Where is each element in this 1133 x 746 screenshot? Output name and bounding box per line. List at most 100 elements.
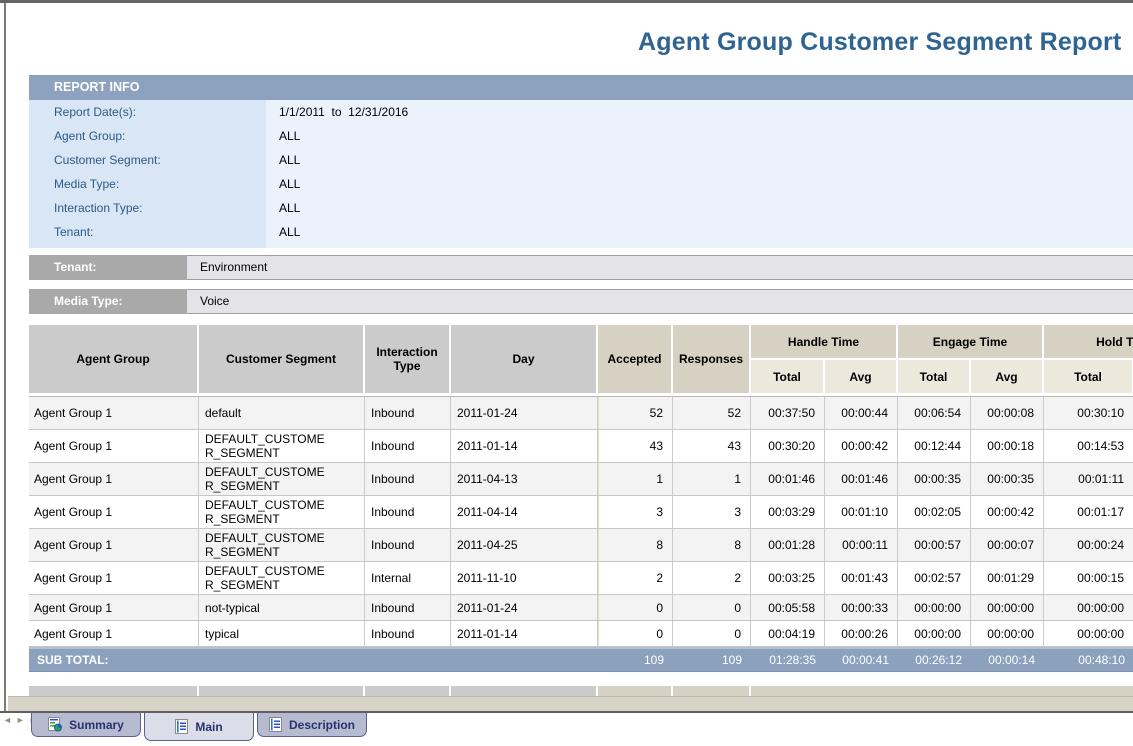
report-info-row: Customer Segment:ALL (29, 148, 1133, 172)
table-cell: not-typical (199, 595, 365, 620)
next-header-cell (598, 686, 673, 696)
table-row: Agent Group 1typicalInbound2011-01-14000… (29, 621, 1133, 647)
table-cell: 00:00:33 (825, 595, 898, 620)
column-header-agent-group: Agent Group (29, 325, 199, 393)
table-cell: Inbound (365, 397, 451, 429)
engage-time-group-label: Engage Time (898, 325, 1044, 360)
hold-time-total-header: Total (1044, 360, 1133, 393)
subtotal-value: 00:48:10 (1044, 653, 1133, 667)
next-group-table-header-clipped (29, 686, 1133, 696)
next-header-cell (29, 686, 199, 696)
table-cell: 2011-04-14 (451, 496, 598, 528)
report-info-padding-label (29, 244, 266, 248)
table-cell: 00:37:50 (751, 397, 825, 429)
window-frame-top (0, 0, 1133, 3)
table-cell: 00:00:00 (1044, 621, 1133, 646)
report-info-label: Report Date(s): (29, 100, 266, 124)
tab-scroll-left-icon[interactable]: ◄ (3, 715, 12, 725)
column-group-hold-time: Hold Time Total (1044, 325, 1133, 393)
table-cell: 00:04:19 (751, 621, 825, 646)
table-cell: DEFAULT_CUSTOMER_SEGMENT (199, 496, 365, 528)
table-cell: Agent Group 1 (29, 463, 199, 495)
tab-label: Summary (69, 718, 124, 732)
tenant-section-bar: Tenant: Environment (29, 255, 1133, 280)
table-row: Agent Group 1DEFAULT_CUSTOMER_SEGMENTInb… (29, 463, 1133, 496)
report-table: Agent Group Customer Segment Interaction… (29, 325, 1133, 672)
media-type-bar-label: Media Type: (29, 289, 187, 314)
table-cell: 00:03:29 (751, 496, 825, 528)
table-cell: 00:00:00 (971, 621, 1044, 646)
table-cell: 1 (598, 463, 673, 495)
table-cell: 00:00:44 (825, 397, 898, 429)
table-cell: 8 (598, 529, 673, 561)
column-header-interaction-type: Interaction Type (365, 325, 451, 393)
column-group-engage-time: Engage Time Total Avg (898, 325, 1044, 393)
table-cell: 00:14:53 (1044, 430, 1133, 462)
table-cell: default (199, 397, 365, 429)
table-cell: 00:00:35 (971, 463, 1044, 495)
table-cell: Agent Group 1 (29, 529, 199, 561)
table-cell: 00:03:25 (751, 562, 825, 594)
next-header-cell (365, 686, 451, 696)
table-cell: 00:00:08 (971, 397, 1044, 429)
table-row: Agent Group 1not-typicalInbound2011-01-2… (29, 595, 1133, 621)
subtotal-row: SUB TOTAL: 10910901:28:3500:00:4100:26:1… (29, 647, 1133, 672)
summary-report-icon (48, 717, 62, 732)
table-cell: Agent Group 1 (29, 595, 199, 620)
table-cell: DEFAULT_CUSTOMER_SEGMENT (199, 529, 365, 561)
report-info-row: Report Date(s):1/1/2011 to 12/31/2016 (29, 100, 1133, 124)
table-cell: 2011-04-13 (451, 463, 598, 495)
next-header-cell (673, 686, 751, 696)
subtotal-value: 00:26:12 (898, 653, 971, 667)
subtotal-value: 00:00:41 (825, 653, 898, 667)
tab-scroll-right-icon[interactable]: ► (16, 715, 25, 725)
customer-segment-text: DEFAULT_CUSTOMER_SEGMENT (205, 498, 333, 526)
table-cell: 00:00:24 (1044, 529, 1133, 561)
table-cell: 1 (673, 463, 751, 495)
tab-main[interactable]: Main (144, 713, 254, 741)
table-row: Agent Group 1DEFAULT_CUSTOMER_SEGMENTInt… (29, 562, 1133, 595)
hold-time-group-label: Hold Time (1044, 325, 1133, 360)
table-cell: DEFAULT_CUSTOMER_SEGMENT (199, 562, 365, 594)
table-cell: Inbound (365, 595, 451, 620)
next-header-cell (451, 686, 598, 696)
table-cell: 00:05:58 (751, 595, 825, 620)
customer-segment-text: typical (205, 627, 239, 641)
horizontal-scrollbar[interactable] (8, 696, 1133, 711)
tabs-host: Summary MainDescription (31, 713, 370, 741)
tab-scroll-controls: ◄ ► ►▏ (0, 713, 31, 725)
table-body: Agent Group 1defaultInbound2011-01-24525… (29, 396, 1133, 647)
tab-summary[interactable]: Summary (31, 713, 141, 737)
subtotal-value: 00:00:14 (971, 653, 1044, 667)
table-cell: 00:00:00 (898, 621, 971, 646)
table-row: Agent Group 1defaultInbound2011-01-24525… (29, 397, 1133, 430)
table-cell: 00:01:29 (971, 562, 1044, 594)
report-info-padding (29, 244, 1133, 248)
handle-time-group-label: Handle Time (751, 325, 898, 360)
table-cell: Agent Group 1 (29, 562, 199, 594)
table-cell: 00:00:15 (1044, 562, 1133, 594)
table-cell: Agent Group 1 (29, 397, 199, 429)
report-info-rows: Report Date(s):1/1/2011 to 12/31/2016Age… (29, 100, 1133, 244)
subtotal-value: 109 (673, 653, 751, 667)
next-header-cell (751, 686, 1133, 696)
table-cell: 00:00:07 (971, 529, 1044, 561)
tab-description[interactable]: Description (257, 713, 367, 737)
table-cell: 00:00:00 (898, 595, 971, 620)
customer-segment-text: DEFAULT_CUSTOMER_SEGMENT (205, 564, 333, 592)
table-cell: 00:00:35 (898, 463, 971, 495)
table-cell: 2011-01-14 (451, 430, 598, 462)
table-cell: 43 (598, 430, 673, 462)
table-cell: 2 (673, 562, 751, 594)
document-icon (269, 717, 282, 732)
table-cell: 00:01:10 (825, 496, 898, 528)
subtotal-value: 01:28:35 (751, 653, 825, 667)
table-cell: typical (199, 621, 365, 646)
column-header-day: Day (451, 325, 598, 393)
window-frame-left (4, 3, 6, 712)
report-info-value: ALL (266, 220, 1133, 244)
report-info-label: Interaction Type: (29, 196, 266, 220)
subtotal-value: 109 (598, 653, 673, 667)
column-group-handle-time: Handle Time Total Avg (751, 325, 898, 393)
table-cell: 2 (598, 562, 673, 594)
